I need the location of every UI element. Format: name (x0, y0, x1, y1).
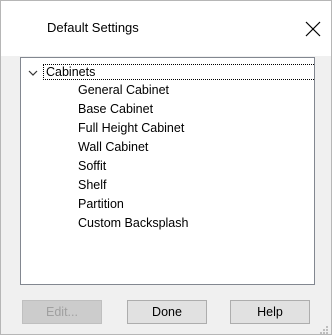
window-title: Default Settings (47, 20, 139, 35)
tree-item-full-height-cabinet[interactable]: Full Height Cabinet (78, 120, 184, 136)
tree-item-base-cabinet[interactable]: Base Cabinet (78, 101, 153, 117)
tree-item-partition[interactable]: Partition (78, 196, 124, 212)
tree-item-shelf[interactable]: Shelf (78, 177, 107, 193)
chevron-down-icon[interactable] (28, 66, 38, 76)
tree-item-general-cabinet[interactable]: General Cabinet (78, 82, 169, 98)
title-bar[interactable]: Default Settings (1, 1, 331, 56)
tree-item-label[interactable]: Cabinets (43, 64, 314, 80)
tree-item-cabinets[interactable]: Cabinets (27, 64, 314, 80)
tree-item-custom-backsplash[interactable]: Custom Backsplash (78, 215, 188, 231)
close-icon[interactable] (301, 17, 325, 41)
default-settings-dialog: Default Settings Cabinets General Cabine… (0, 0, 332, 335)
help-button[interactable]: Help (230, 300, 310, 324)
done-button[interactable]: Done (127, 300, 207, 324)
tree-item-wall-cabinet[interactable]: Wall Cabinet (78, 139, 148, 155)
settings-tree[interactable]: Cabinets General Cabinet Base Cabinet Fu… (20, 57, 315, 285)
edit-button[interactable]: Edit... (22, 300, 102, 324)
resize-grip-icon[interactable] (319, 322, 329, 334)
tree-item-soffit[interactable]: Soffit (78, 158, 106, 174)
dialog-footer: Edit... Done Help (1, 286, 331, 334)
